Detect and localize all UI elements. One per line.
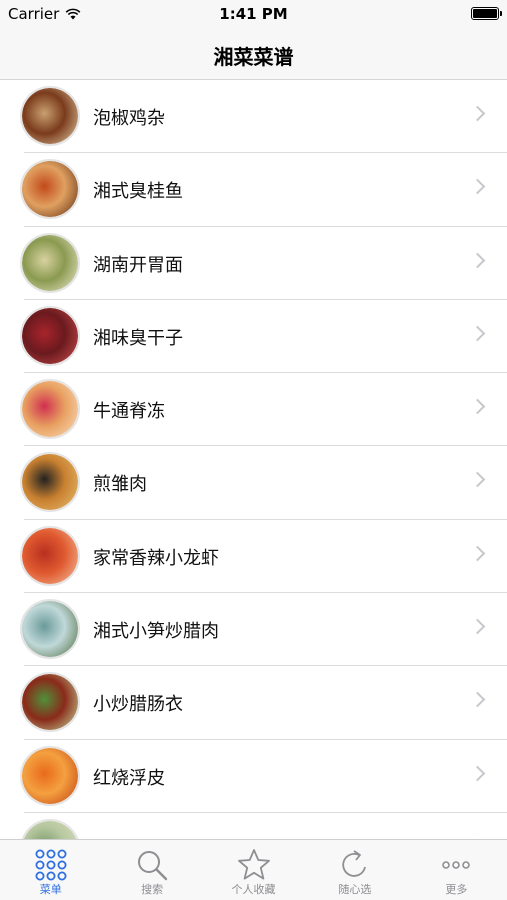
recipe-row[interactable]: 煎雏肉 <box>0 446 507 521</box>
star-icon <box>237 848 271 882</box>
recipe-row[interactable]: 湘式臭桂鱼 <box>0 153 507 227</box>
recipe-thumbnail <box>20 159 80 220</box>
recipe-thumbnail <box>20 599 80 660</box>
chevron-right-icon <box>469 252 486 268</box>
tab-label: 更多 <box>445 883 468 896</box>
recipe-name: 煎雏肉 <box>93 474 147 496</box>
recipe-photo <box>22 161 78 218</box>
recipe-row[interactable]: 湘味臭干子 <box>0 300 507 374</box>
more-icon <box>439 848 473 882</box>
recipe-row[interactable]: 湖南开胃面 <box>0 227 507 301</box>
recipe-name: 湘式小笋炒腊肉 <box>93 621 219 643</box>
recipe-name: 红烧浮皮 <box>93 767 165 789</box>
chevron-right-icon <box>469 618 486 635</box>
recipe-photo <box>22 454 78 511</box>
recipe-name: 泡椒鸡杂 <box>93 108 165 129</box>
status-time: 1:41 PM <box>219 5 288 23</box>
recipe-name: 家常香辣小龙虾 <box>93 547 219 569</box>
chevron-right-icon <box>469 692 486 708</box>
recipe-thumbnail <box>20 379 80 440</box>
tab-label: 搜索 <box>141 883 164 896</box>
recipe-photo <box>22 307 78 364</box>
tab-label: 随心选 <box>338 883 372 896</box>
recipe-row[interactable]: 红烧浮皮 <box>0 740 507 814</box>
recipe-thumbnail <box>20 86 80 146</box>
recipe-name: 牛通脊冻 <box>93 401 165 423</box>
recipe-name: 小炒腊肠衣 <box>93 694 183 716</box>
recipe-photo <box>22 234 78 291</box>
tab-label: 菜单 <box>39 883 62 896</box>
recipe-thumbnail <box>20 232 80 293</box>
chevron-right-icon <box>469 398 486 415</box>
recipe-thumbnail <box>20 452 80 513</box>
chevron-right-icon <box>469 325 486 342</box>
recipe-photo <box>22 601 78 658</box>
chevron-right-icon <box>469 545 486 562</box>
chevron-right-icon <box>469 179 486 195</box>
recipe-photo <box>22 527 78 584</box>
recipe-photo <box>22 88 78 144</box>
recipe-name: 湘式臭桂鱼 <box>93 181 183 203</box>
tab-bar: 菜单 搜索 个人收藏 随心选 更多 <box>0 839 507 900</box>
tab-grid[interactable]: 菜单 <box>0 840 101 900</box>
recipe-thumbnail <box>20 672 80 733</box>
recipe-row[interactable]: 家常香辣小龙虾 <box>0 520 507 594</box>
grid-icon <box>34 848 68 882</box>
tab-more[interactable]: 更多 <box>406 840 507 900</box>
recipe-name: 湘味臭干子 <box>93 327 183 349</box>
recipe-row[interactable]: 湘式小笋炒腊肉 <box>0 593 507 667</box>
tab-refresh[interactable]: 随心选 <box>304 840 405 900</box>
recipe-name: 湖南开胃面 <box>93 254 183 276</box>
page-title: 湘菜菜谱 <box>213 45 294 69</box>
tab-search[interactable]: 搜索 <box>101 840 202 900</box>
recipe-list: 泡椒鸡杂湘式臭桂鱼湖南开胃面湘味臭干子牛通脊冻煎雏肉家常香辣小龙虾 湘式小笋炒腊肉… <box>0 80 507 839</box>
refresh-icon <box>338 848 372 882</box>
recipe-photo <box>22 820 78 839</box>
recipe-row[interactable]: 牛通脊冻 <box>0 373 507 447</box>
chevron-right-icon <box>469 765 486 781</box>
recipe-row[interactable]: 泡椒鸡杂 <box>0 80 507 154</box>
tab-label: 个人收藏 <box>231 883 276 896</box>
recipe-thumbnail <box>20 818 80 839</box>
search-icon <box>135 848 169 882</box>
tab-star[interactable]: 个人收藏 <box>203 840 304 900</box>
recipe-thumbnail <box>20 525 80 586</box>
recipe-photo <box>22 747 78 804</box>
chevron-right-icon <box>469 472 486 488</box>
recipe-row[interactable]: 小炒腊肠衣 <box>0 666 507 740</box>
battery-icon <box>471 7 502 20</box>
status-bar: Carrier 1:41 PM <box>0 0 507 28</box>
recipe-thumbnail <box>20 745 80 806</box>
recipe-photo <box>22 674 78 731</box>
recipe-thumbnail <box>20 305 80 366</box>
recipe-photo <box>22 381 78 438</box>
recipe-row[interactable] <box>0 813 507 839</box>
nav-bar: 湘菜菜谱 <box>0 28 507 80</box>
chevron-right-icon <box>469 105 486 122</box>
